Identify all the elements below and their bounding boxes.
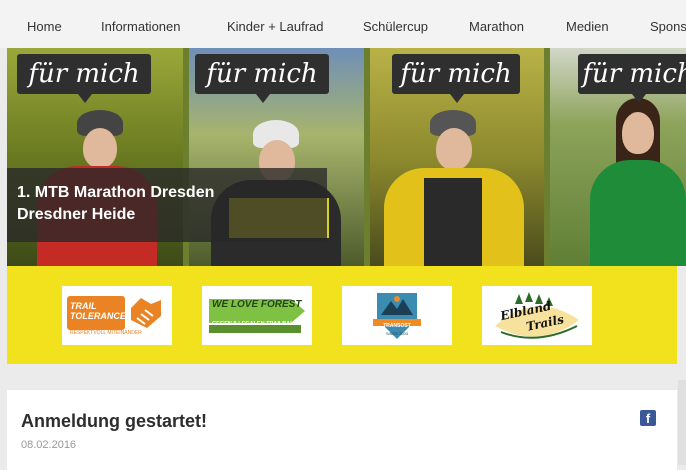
sponsor-band: TRAIL TOLERANCE RESPEKTVOLL MITEINANDER … [7, 266, 677, 364]
nav-item-sponsoren[interactable]: Sponsoren [650, 19, 686, 34]
hero-caption-line-1: 1. MTB Marathon Dresden [17, 184, 215, 201]
main-navigation: Home Informationen Kinder + Laufrad Schü… [0, 0, 686, 48]
news-article: Anmeldung gestartet! 08.02.2016 f [7, 390, 677, 470]
nav-item-kinder-laufrad[interactable]: Kinder + Laufrad [227, 19, 323, 34]
logo-text-trail: TRAIL [70, 301, 97, 311]
nav-item-marathon[interactable]: Marathon [469, 19, 524, 34]
fuer-mich-speech-bubble: für mich [578, 54, 686, 103]
facebook-icon[interactable]: f [640, 410, 656, 426]
fuer-mich-speech-bubble: für mich [17, 54, 151, 103]
article-title[interactable]: Anmeldung gestartet! [21, 411, 207, 432]
fuer-mich-speech-bubble: für mich [392, 54, 520, 103]
nav-item-medien[interactable]: Medien [566, 19, 609, 34]
hero-slider[interactable]: für mich für mich für mich für mich 1. M… [7, 48, 686, 266]
hero-photo-rider-3: für mich [370, 48, 544, 266]
logo-text-transost: TRANSOST [383, 323, 411, 329]
we-love-forest-logo[interactable]: WE LOVE FOREST GEGEN ILLEGALEN TRAILBAU [202, 286, 312, 345]
we-love-forest-logo-graphic [209, 298, 305, 333]
nav-item-informationen[interactable]: Informationen [101, 19, 181, 34]
logo-text-gegen-illegalen: GEGEN ILLEGALEN TRAILBAU [212, 321, 295, 327]
fuer-mich-speech-bubble: für mich [195, 54, 329, 103]
logo-text-tolerance: TOLERANCE [70, 311, 126, 321]
trail-tolerance-text: TRAIL TOLERANCE [70, 301, 126, 321]
logo-text-respektvoll: RESPEKTVOLL MITEINANDER [70, 330, 142, 336]
hero-photo-rider-4: für mich [550, 48, 686, 266]
page-edge-shadow [678, 380, 686, 465]
hero-caption[interactable]: 1. MTB Marathon Dresden Dresdner Heide [7, 168, 327, 242]
logo-text-since: SINCE 2003 [385, 331, 409, 336]
trail-tolerance-logo[interactable]: TRAIL TOLERANCE RESPEKTVOLL MITEINANDER [62, 286, 172, 345]
nav-item-home[interactable]: Home [27, 19, 62, 34]
hero-caption-line-2: Dresdner Heide [17, 206, 136, 223]
transost-logo[interactable]: TRANSOST SINCE 2003 [342, 286, 452, 345]
logo-text-we-love-forest: WE LOVE FOREST [212, 299, 302, 310]
nav-item-schuelercup[interactable]: Schülercup [363, 19, 428, 34]
article-date: 08.02.2016 [21, 439, 77, 451]
elbland-trails-logo[interactable]: Elbland Trails [482, 286, 592, 345]
